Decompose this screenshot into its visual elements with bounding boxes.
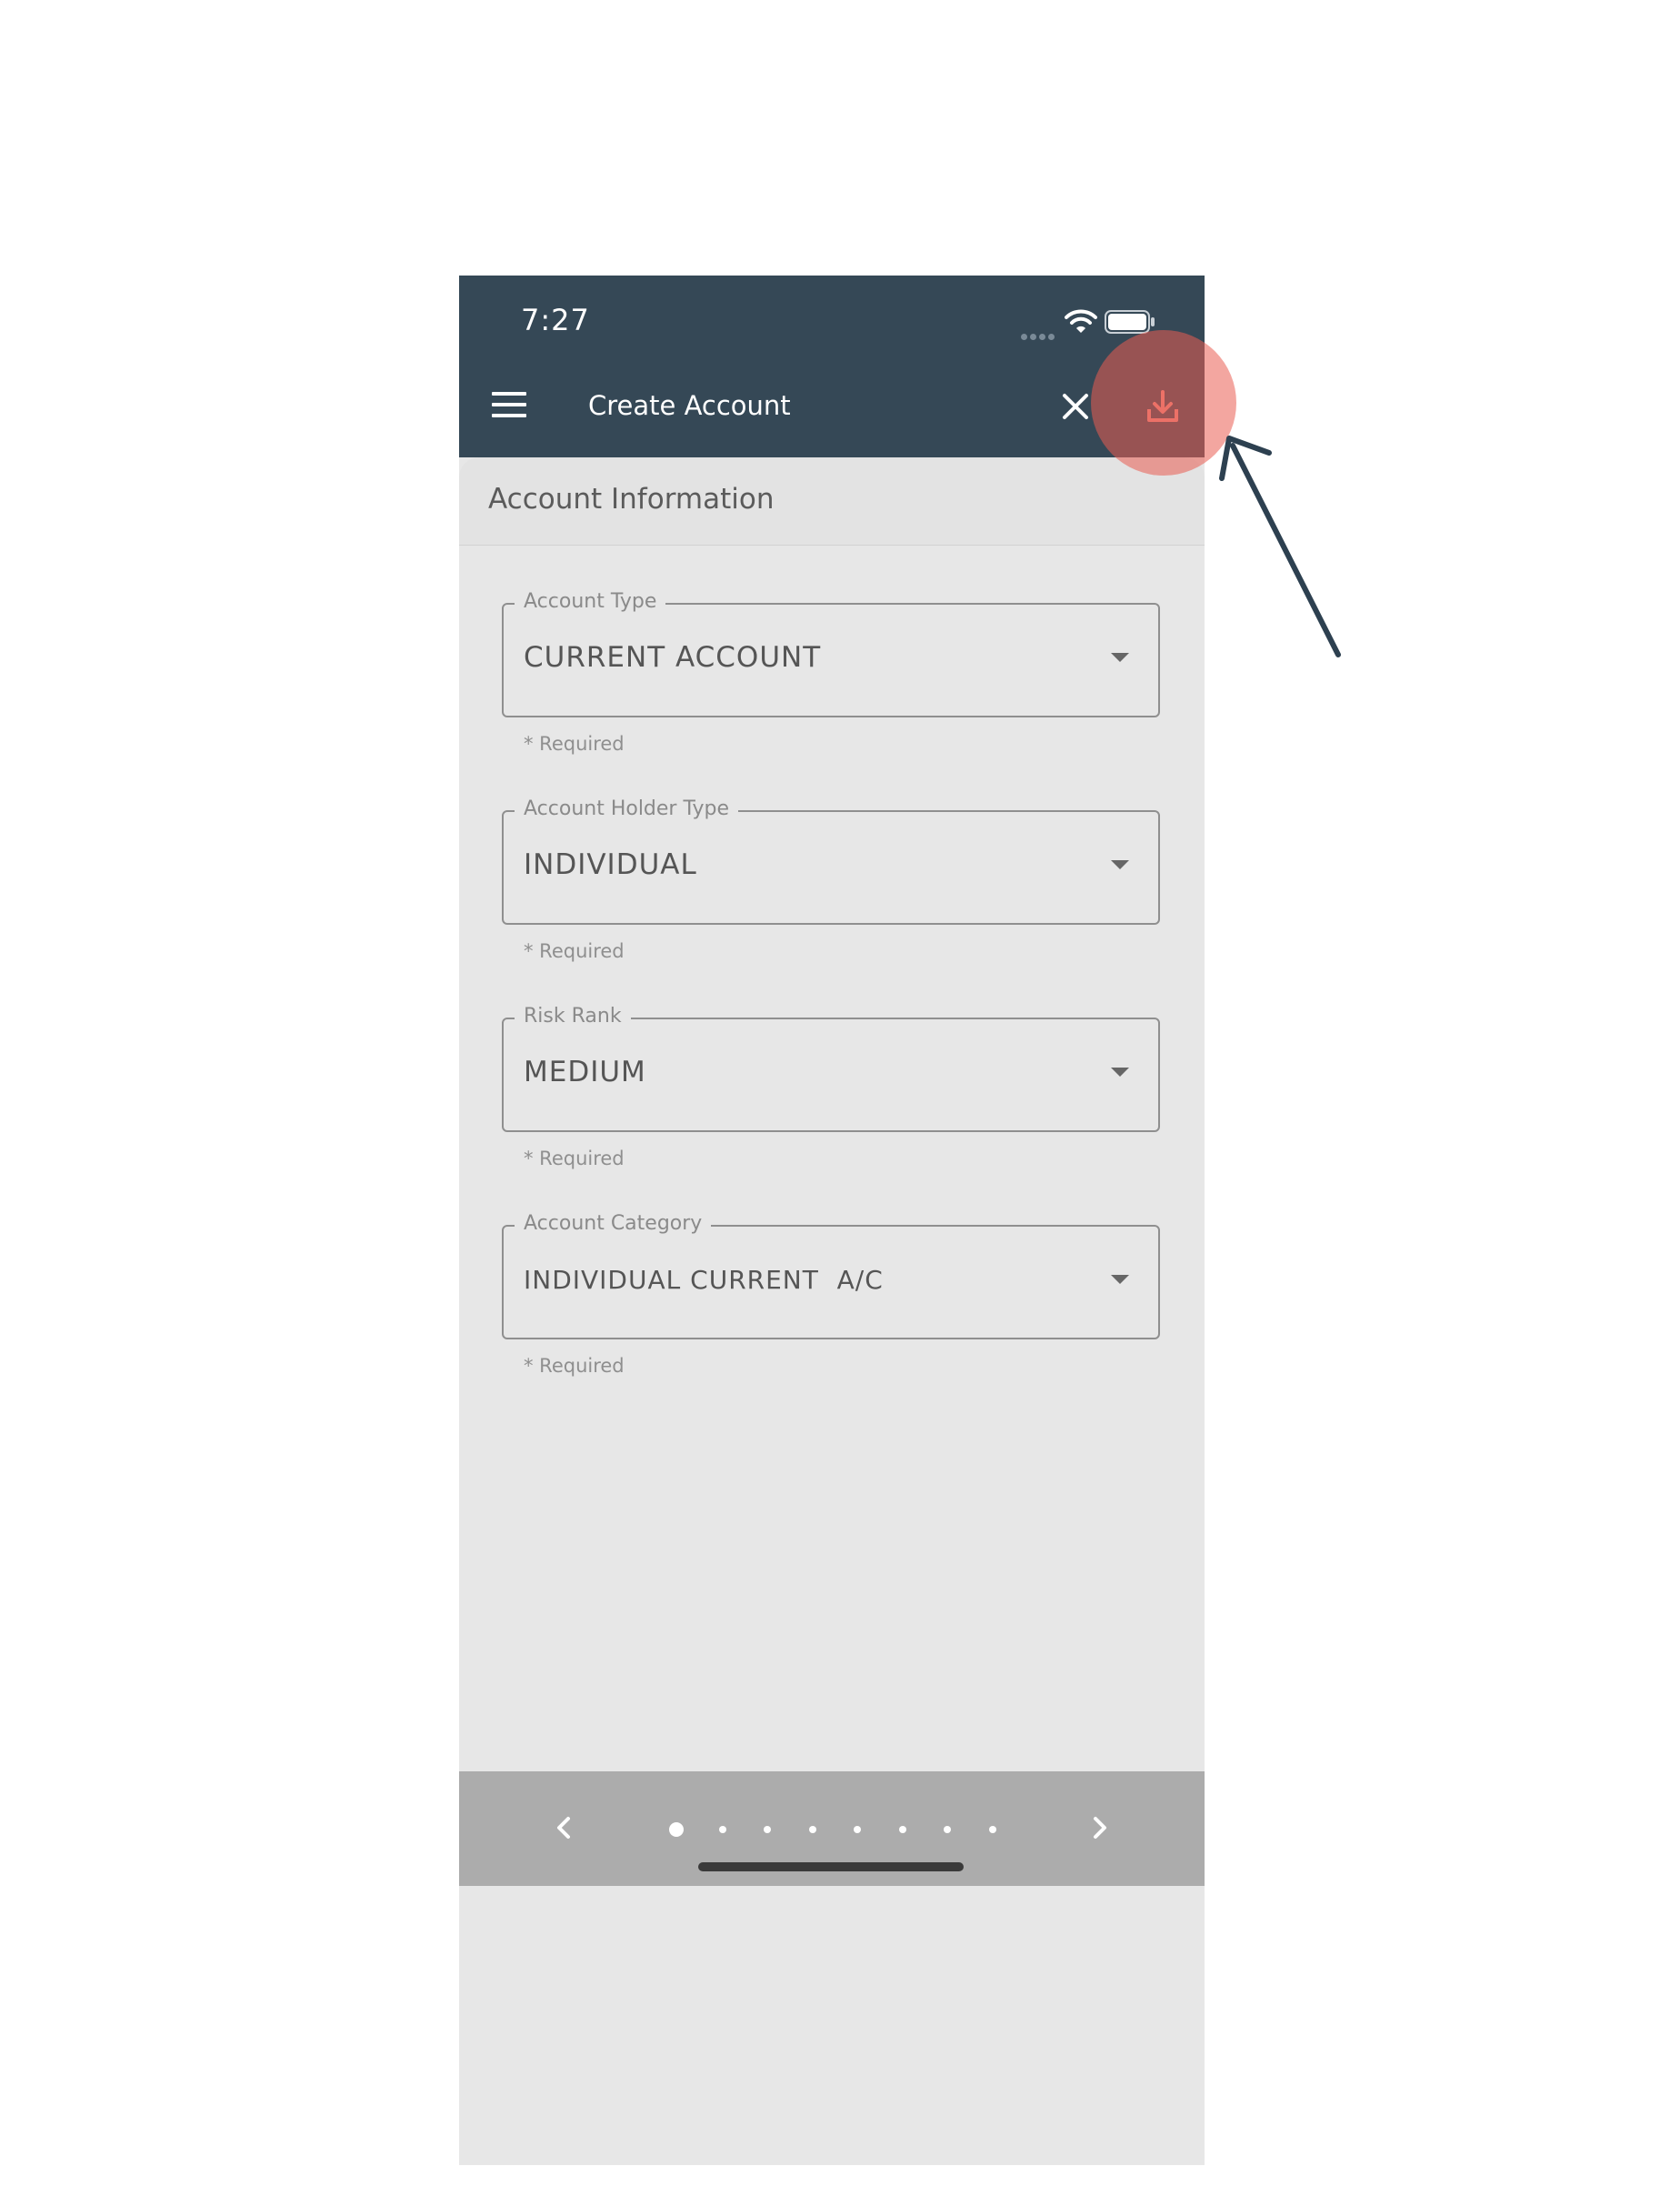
dropdown-arrow-icon[interactable] <box>1111 1275 1129 1284</box>
pager-bar <box>459 1771 1205 1886</box>
page-dot[interactable] <box>989 1826 996 1833</box>
status-time: 7:27 <box>521 303 590 337</box>
page-dot[interactable] <box>764 1826 771 1833</box>
chevron-left-icon[interactable] <box>550 1811 577 1844</box>
field-value: MEDIUM <box>524 1056 646 1088</box>
home-indicator[interactable] <box>698 1862 964 1871</box>
account-category-select[interactable]: Account Category INDIVIDUAL CURRENT A/C <box>502 1212 1160 1339</box>
account-type-select[interactable]: Account Type CURRENT ACCOUNT <box>502 590 1160 717</box>
battery-icon <box>1105 310 1155 334</box>
helper-text: * Required <box>524 1355 625 1377</box>
app-bar: 7:27 Create Account <box>459 276 1205 457</box>
field-value: INDIVIDUAL CURRENT A/C <box>524 1265 884 1295</box>
field-label: Account Type <box>515 590 666 614</box>
field-label: Risk Rank <box>515 1005 631 1028</box>
account-holder-type-select[interactable]: Account Holder Type INDIVIDUAL <box>502 797 1160 925</box>
page-dot[interactable] <box>669 1822 684 1837</box>
field-label: Account Holder Type <box>515 797 739 821</box>
app-bar-title: Create Account <box>588 390 791 421</box>
dropdown-arrow-icon[interactable] <box>1111 653 1129 662</box>
field-label: Account Category <box>515 1212 712 1236</box>
chevron-right-icon[interactable] <box>1086 1811 1114 1844</box>
section-title: Account Information <box>488 483 775 516</box>
wifi-icon <box>1065 309 1097 333</box>
page-dot[interactable] <box>899 1826 906 1833</box>
page-dot[interactable] <box>719 1826 726 1833</box>
page-dot[interactable] <box>944 1826 951 1833</box>
annotation-arrow-icon <box>1219 436 1341 657</box>
risk-rank-select[interactable]: Risk Rank MEDIUM <box>502 1005 1160 1132</box>
cellular-signal-icon <box>1021 326 1057 344</box>
close-icon[interactable] <box>1059 390 1092 423</box>
hamburger-menu-icon[interactable] <box>492 392 528 419</box>
dropdown-arrow-icon[interactable] <box>1111 1068 1129 1077</box>
field-value: INDIVIDUAL <box>524 848 697 881</box>
field-value: CURRENT ACCOUNT <box>524 641 822 674</box>
page-dot[interactable] <box>854 1826 861 1833</box>
dropdown-arrow-icon[interactable] <box>1111 860 1129 869</box>
helper-text: * Required <box>524 940 625 962</box>
helper-text: * Required <box>524 733 625 755</box>
phone-screen: 7:27 Create Account Account Information … <box>459 276 1205 2165</box>
page-dot[interactable] <box>809 1826 816 1833</box>
helper-text: * Required <box>524 1148 625 1169</box>
section-header: Account Information <box>459 457 1205 546</box>
